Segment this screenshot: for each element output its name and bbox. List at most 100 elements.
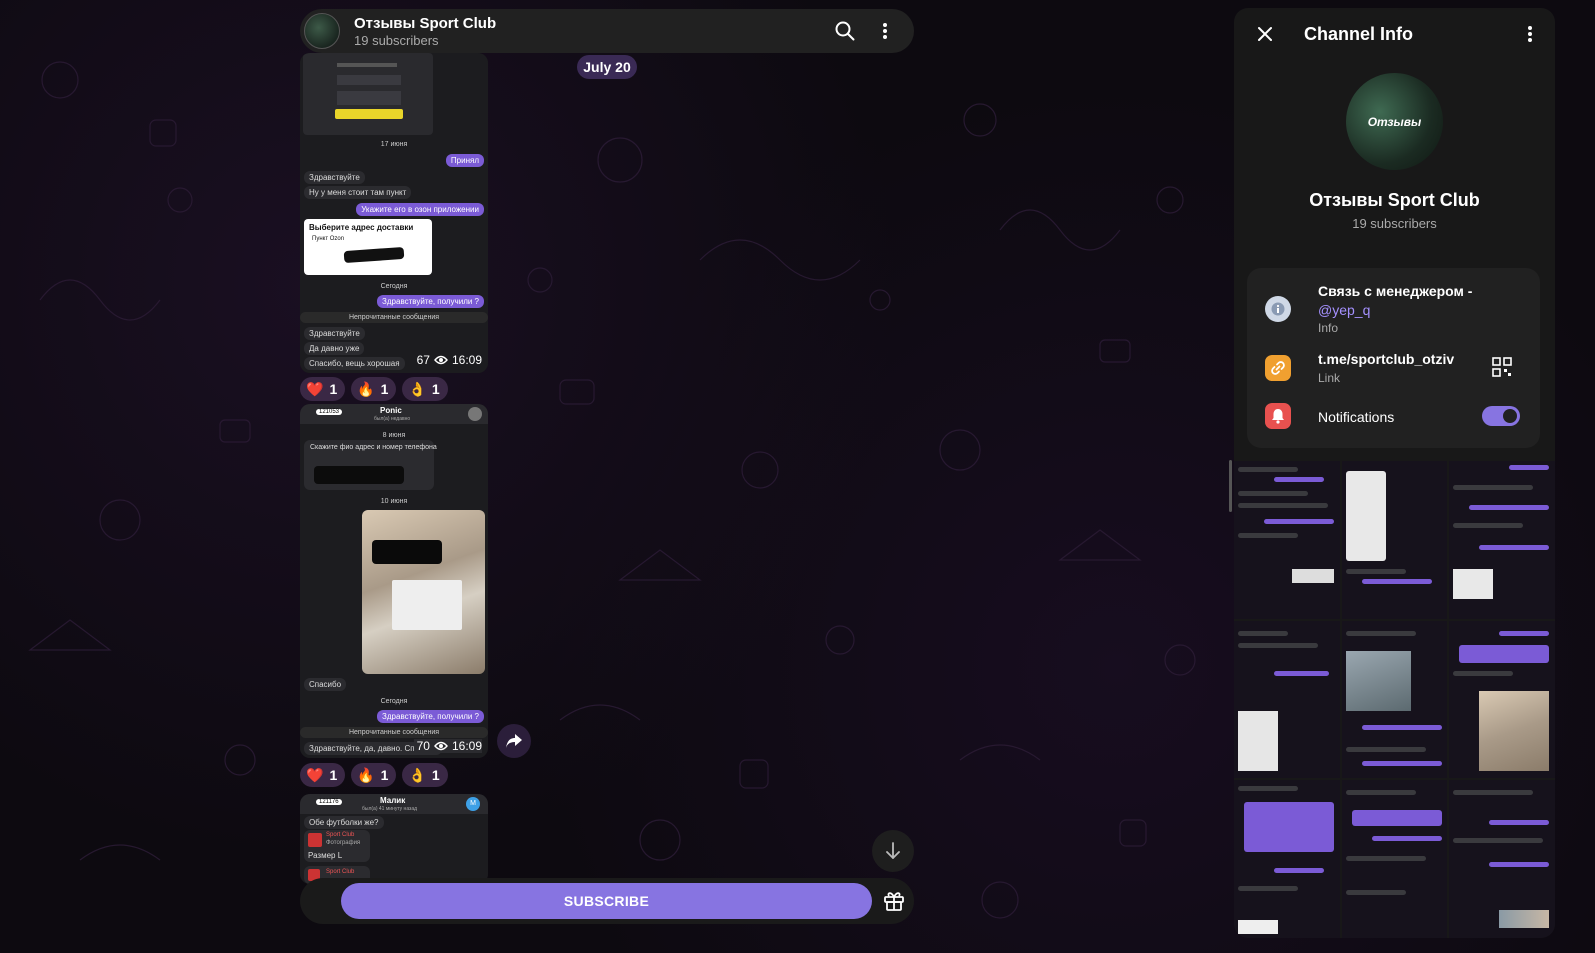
avatar-text: Отзывы	[1367, 114, 1422, 129]
last-seen: был(а) 41 минуту назад	[362, 806, 418, 812]
media-thumbnail[interactable]	[1341, 780, 1448, 938]
panel-resize-handle[interactable]	[1229, 460, 1232, 512]
day-label: Сегодня	[380, 698, 408, 705]
badge: 121176	[316, 799, 342, 805]
fwd-name: Sport Club	[326, 869, 355, 875]
gift-icon[interactable]	[878, 884, 910, 916]
badge: 121053	[316, 409, 343, 415]
view-count: 70	[416, 739, 430, 753]
reactions-bar: ❤️ 1 🔥 1 👌 1	[300, 763, 448, 787]
panel-title: Channel Info	[1304, 23, 1413, 44]
close-icon[interactable]	[1250, 19, 1280, 49]
media-thumbnail[interactable]	[1341, 620, 1448, 779]
more-vertical-icon[interactable]	[870, 16, 900, 46]
fire-emoji: 🔥	[357, 766, 375, 783]
channel-title-block[interactable]: Отзывы Sport Club 19 subscribers	[354, 15, 820, 48]
reaction-fire[interactable]: 🔥 1	[351, 377, 397, 401]
post-screenshot[interactable]: 121053 Ponic был(а) недавно 8 июня Скажи…	[300, 404, 488, 758]
share-icon[interactable]	[497, 724, 531, 758]
reaction-count: 1	[380, 381, 389, 397]
media-thumbnail[interactable]	[1449, 620, 1555, 779]
ok-hand-emoji: 👌	[408, 766, 426, 783]
bubble-in: Да давно уже	[304, 342, 365, 355]
channel-post[interactable]: 121053 Ponic был(а) недавно 8 июня Скажи…	[300, 404, 488, 758]
last-seen: был(а) недавно	[374, 416, 411, 422]
view-count: 67	[416, 353, 430, 367]
channel-link[interactable]: t.me/sportclub_otziv	[1318, 351, 1454, 367]
channel-post[interactable]: 121176 Малик был(а) 41 минуту назад М Об…	[300, 794, 488, 884]
package-photo[interactable]	[362, 510, 485, 674]
reaction-count: 1	[380, 767, 389, 783]
info-icon	[1265, 296, 1291, 322]
shipping-label	[392, 580, 462, 630]
unread-divider: Непрочитанные сообщения	[300, 312, 488, 323]
post-time: 16:09	[451, 353, 482, 367]
bubble-in: Спасибо	[304, 678, 347, 691]
subscribe-button[interactable]: SUBSCRIBE	[341, 883, 872, 919]
redaction-mark	[314, 466, 404, 484]
channel-post[interactable]: 17 июня Принял Здравствуйте Ну у меня ст…	[300, 53, 488, 373]
notifications-toggle[interactable]	[1482, 406, 1520, 426]
reaction-count: 1	[329, 767, 338, 783]
ok-hand-emoji: 👌	[408, 380, 426, 397]
reactions-bar: ❤️ 1 🔥 1 👌 1	[300, 377, 448, 401]
media-thumbnail[interactable]	[1234, 780, 1340, 938]
delivery-card: Выберите адрес доставки Пункт Ozon	[304, 219, 432, 275]
info-label: Info	[1318, 321, 1339, 335]
fwd-sub: Фотография	[326, 840, 361, 846]
unread-divider: Непрочитанные сообщения	[300, 727, 488, 738]
post-meta: 70 16:09	[413, 739, 482, 753]
redaction-mark	[343, 246, 405, 264]
reaction-count: 1	[329, 381, 338, 397]
info-username-link[interactable]: @yep_q	[1318, 302, 1370, 318]
link-label: Link	[1318, 371, 1341, 385]
date-separator: July 20	[577, 55, 637, 79]
fire-emoji: 🔥	[357, 380, 375, 397]
subscriber-count: 19 subscribers	[1352, 216, 1437, 231]
info-text[interactable]: Связь с менеджером -	[1318, 283, 1472, 299]
day-label: 17 июня	[380, 141, 408, 148]
channel-avatar-large[interactable]: Отзывы	[1346, 73, 1443, 170]
media-thumbnail[interactable]	[1449, 780, 1555, 938]
arrow-down-icon[interactable]	[872, 830, 914, 872]
reaction-ok[interactable]: 👌 1	[402, 763, 448, 787]
reaction-ok[interactable]: 👌 1	[402, 377, 448, 401]
bell-icon	[1265, 403, 1291, 429]
channel-info-panel: Channel Info Отзывы Отзывы Sport Club 19…	[1234, 8, 1555, 938]
day-label: Сегодня	[380, 283, 408, 290]
contact-name: Ponic	[380, 406, 402, 415]
reaction-fire[interactable]: 🔥 1	[351, 763, 397, 787]
media-thumbnail[interactable]	[1234, 620, 1340, 779]
post-time: 16:09	[451, 739, 482, 753]
reaction-heart[interactable]: ❤️ 1	[300, 377, 346, 401]
search-icon[interactable]	[830, 16, 860, 46]
channel-name: Отзывы Sport Club	[1309, 190, 1480, 210]
card-option: Пункт Ozon	[312, 236, 345, 242]
bubble-out: Принял	[445, 154, 484, 167]
panel-header: Channel Info	[1234, 8, 1555, 60]
eye-icon	[434, 355, 448, 365]
bubble-in: Здравствуйте	[304, 171, 365, 184]
more-vertical-icon[interactable]	[1515, 19, 1545, 49]
question-bubble: Скажите фио адрес и номер телефона	[304, 440, 437, 490]
channel-avatar[interactable]	[304, 13, 340, 49]
info-card: Связь с менеджером - @yep_q Info t.me/sp…	[1247, 268, 1540, 448]
contact-avatar	[468, 407, 482, 421]
notifications-label: Notifications	[1318, 409, 1395, 425]
post-screenshot[interactable]: 121176 Малик был(а) 41 минуту назад М Об…	[300, 794, 488, 884]
day-label: 10 июня	[380, 498, 408, 505]
screenshot-thumbnail	[303, 53, 433, 135]
size-text: Размер L	[308, 851, 343, 860]
card-title: Выберите адрес доставки	[309, 223, 414, 232]
reaction-heart[interactable]: ❤️ 1	[300, 763, 346, 787]
heart-emoji: ❤️	[306, 380, 324, 397]
media-thumbnail[interactable]	[1449, 461, 1555, 619]
shared-media-grid	[1234, 461, 1555, 938]
qr-code-icon[interactable]	[1492, 357, 1512, 377]
media-thumbnail[interactable]	[1234, 461, 1340, 619]
contact-name: Малик	[380, 796, 406, 805]
post-screenshot[interactable]: 17 июня Принял Здравствуйте Ну у меня ст…	[300, 53, 488, 373]
media-thumbnail[interactable]	[1341, 461, 1448, 619]
chat-header[interactable]: Отзывы Sport Club 19 subscribers	[300, 9, 914, 53]
contact-avatar: М	[466, 797, 480, 811]
